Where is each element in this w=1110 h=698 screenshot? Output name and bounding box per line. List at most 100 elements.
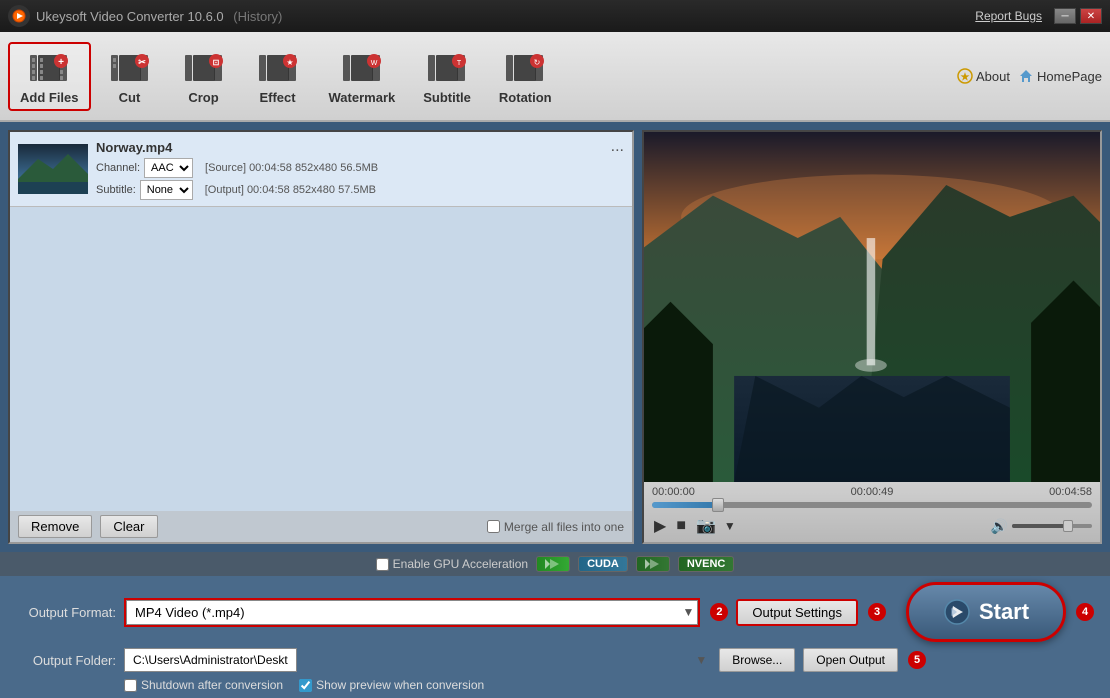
volume-fill: [1012, 524, 1068, 528]
volume-icon: 🔊: [991, 518, 1008, 535]
folder-dropdown-icon[interactable]: ▼: [695, 653, 707, 667]
camera-button[interactable]: 📷: [694, 514, 718, 538]
shutdown-text: Shutdown after conversion: [141, 678, 283, 692]
nvidia-badge-right: [636, 556, 670, 572]
window-controls: ─ ✕: [1054, 8, 1102, 24]
open-output-button[interactable]: Open Output: [803, 648, 898, 672]
time-bar: 00:00:00 00:00:49 00:04:58: [652, 486, 1092, 498]
time-start: 00:00:00: [652, 486, 695, 498]
folder-input[interactable]: [124, 648, 297, 672]
homepage-link[interactable]: HomePage: [1018, 68, 1102, 84]
cuda-badge: CUDA: [578, 556, 628, 572]
title-bar: Ukeysoft Video Converter 10.6.0 (History…: [0, 0, 1110, 32]
add-files-button[interactable]: + Add Files: [8, 42, 91, 111]
app-logo: [8, 5, 30, 27]
cut-icon: ✂: [110, 48, 150, 88]
rotation-label: Rotation: [499, 90, 552, 105]
preview-text: Show preview when conversion: [316, 678, 484, 692]
preview-panel: 00:00:00 00:00:49 00:04:58 ▶ ■ 📷 ▼ 🔊: [642, 130, 1102, 544]
clear-button[interactable]: Clear: [100, 515, 157, 538]
crop-label: Crop: [188, 90, 218, 105]
report-bugs-link[interactable]: Report Bugs: [975, 9, 1042, 23]
shutdown-label: Shutdown after conversion: [124, 678, 283, 692]
svg-text:↻: ↻: [534, 58, 541, 67]
bottom-controls: Remove Clear Merge all files into one: [10, 511, 632, 542]
remove-button[interactable]: Remove: [18, 515, 92, 538]
effect-icon: ★: [258, 48, 298, 88]
subtitle-select[interactable]: None: [140, 180, 193, 200]
output-meta: [Output] 00:04:58 852x480 57.5MB: [205, 184, 376, 196]
progress-track[interactable]: [652, 502, 1092, 508]
volume-thumb[interactable]: [1063, 520, 1073, 532]
svg-text:★: ★: [286, 58, 293, 67]
merge-checkbox[interactable]: [487, 520, 500, 533]
file-panel: Norway.mp4 ... Channel: AAC [Source] 00:…: [8, 130, 634, 544]
crop-button[interactable]: ⊡ Crop: [169, 42, 239, 111]
preview-video: [644, 132, 1100, 482]
start-button[interactable]: Start: [906, 582, 1066, 642]
format-select[interactable]: MP4 Video (*.mp4): [126, 600, 698, 625]
volume-track[interactable]: [1012, 524, 1092, 528]
cut-label: Cut: [119, 90, 141, 105]
svg-text:+: +: [58, 57, 64, 68]
toolbar-right: ★ About HomePage: [957, 68, 1102, 84]
watermark-icon: W: [342, 48, 382, 88]
file-more-button[interactable]: ...: [611, 138, 624, 156]
nvidia-badge-left: [536, 556, 570, 572]
camera-dropdown[interactable]: ▼: [724, 519, 736, 533]
start-label: Start: [979, 599, 1029, 625]
subtitle-label: Subtitle: [423, 90, 471, 105]
crop-icon: ⊡: [184, 48, 224, 88]
app-name: Ukeysoft Video Converter 10.6.0: [36, 9, 224, 24]
svg-text:★: ★: [960, 72, 969, 83]
settings-bar: Enable GPU Acceleration CUDA NVENC: [0, 552, 1110, 576]
svg-text:W: W: [371, 60, 378, 67]
folder-input-wrap: ▼: [124, 648, 711, 672]
time-end: 00:04:58: [1049, 486, 1092, 498]
channel-label: Channel:: [96, 162, 140, 174]
about-link[interactable]: ★ About: [957, 68, 1010, 84]
minimize-button[interactable]: ─: [1054, 8, 1076, 24]
play-button[interactable]: ▶: [652, 514, 668, 538]
start-num-badge: 4: [1076, 603, 1094, 621]
file-thumbnail: [18, 144, 88, 194]
browse-button[interactable]: Browse...: [719, 648, 795, 672]
svg-text:⊡: ⊡: [212, 58, 219, 67]
rotation-button[interactable]: ↻ Rotation: [487, 42, 564, 111]
preview-controls: 00:00:00 00:00:49 00:04:58 ▶ ■ 📷 ▼ 🔊: [644, 482, 1100, 542]
folder-num-badge: 5: [908, 651, 926, 669]
merge-label: Merge all files into one: [504, 520, 624, 534]
source-meta: [Source] 00:04:58 852x480 56.5MB: [205, 162, 378, 174]
shutdown-checkbox[interactable]: [124, 679, 137, 692]
progress-thumb[interactable]: [712, 498, 724, 512]
watermark-label: Watermark: [329, 90, 396, 105]
toolbar: + Add Files ✂ Cut ⊡: [0, 32, 1110, 122]
effect-label: Effect: [259, 90, 295, 105]
preview-checkbox[interactable]: [299, 679, 312, 692]
folder-label: Output Folder:: [16, 653, 116, 668]
volume-row: 🔊: [991, 518, 1092, 535]
svg-text:T: T: [457, 60, 462, 67]
app-title: Ukeysoft Video Converter 10.6.0 (History…: [36, 9, 975, 24]
subtitle-button[interactable]: T Subtitle: [411, 42, 483, 111]
file-list-empty: [10, 207, 632, 511]
preview-label: Show preview when conversion: [299, 678, 484, 692]
watermark-button[interactable]: W Watermark: [317, 42, 408, 111]
file-item: Norway.mp4 ... Channel: AAC [Source] 00:…: [10, 132, 632, 207]
nvenc-badge: NVENC: [678, 556, 735, 572]
cut-button[interactable]: ✂ Cut: [95, 42, 165, 111]
time-mid: 00:00:49: [851, 486, 894, 498]
effect-button[interactable]: ★ Effect: [243, 42, 313, 111]
progress-fill: [652, 502, 718, 508]
svg-text:✂: ✂: [138, 57, 146, 67]
app-history: (History): [233, 9, 282, 24]
main-area: Norway.mp4 ... Channel: AAC [Source] 00:…: [0, 122, 1110, 552]
gpu-checkbox[interactable]: [376, 558, 389, 571]
settings-num-badge: 3: [868, 603, 886, 621]
close-button[interactable]: ✕: [1080, 8, 1102, 24]
stop-button[interactable]: ■: [674, 515, 688, 537]
channel-select[interactable]: AAC: [144, 158, 193, 178]
file-name: Norway.mp4: [96, 140, 172, 155]
subtitle-row: Subtitle: None [Output] 00:04:58 852x480…: [96, 180, 624, 200]
output-settings-button[interactable]: Output Settings: [736, 599, 858, 626]
